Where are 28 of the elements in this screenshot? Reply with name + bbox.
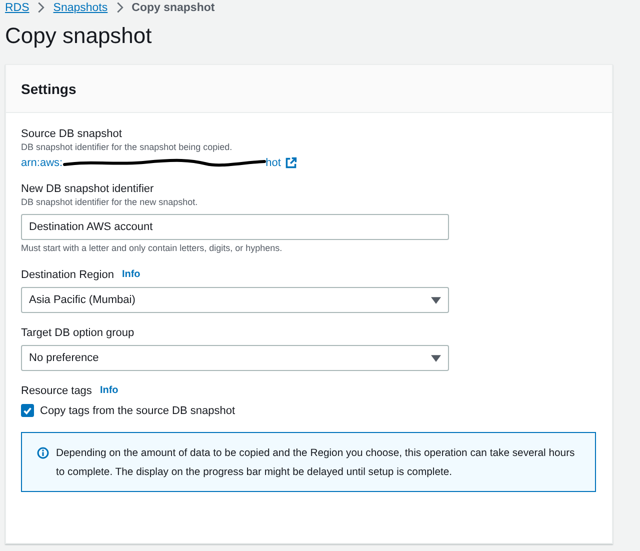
- checkbox-label: Copy tags from the source DB snapshot: [40, 404, 236, 416]
- field-label: Source DB snapshot: [21, 127, 122, 141]
- caret-icon: [431, 296, 441, 304]
- field-label: Target DB option group: [21, 326, 134, 340]
- snapshot-identifier-field[interactable]: Destination AWS account: [21, 214, 449, 240]
- caret-icon: [431, 354, 441, 362]
- info-icon: [37, 447, 49, 459]
- panel-title: Settings: [21, 80, 78, 99]
- region-dropdown[interactable]: Asia Pacific (Mumbai): [21, 287, 449, 313]
- external-link-icon[interactable]: [284, 157, 297, 169]
- field-description: DB snapshot identifier for the snapshot being copied.: [21, 141, 234, 154]
- option-group-dropdown[interactable]: No preference: [21, 345, 449, 371]
- breadcrumb-link[interactable]: RDS: [5, 2, 30, 14]
- field-label: Destination Region: [21, 268, 114, 282]
- alert-message: Depending on the amount of data to be copied and the Region you choose, this operation can take several hours to complete. The display on the progress bar might be delayed until setup is complete.: [56, 447, 576, 480]
- snapshot-arn-link[interactable]: arn:aws: hot: [21, 157, 281, 169]
- page-title: Copy snapshot: [5, 23, 153, 49]
- field-constraint: Must start with a letter and only contain letters, digits, or hyphens.: [21, 242, 284, 255]
- chevron-icon: [116, 2, 124, 13]
- field-label: New DB snapshot identifier: [21, 182, 154, 196]
- field-label: Resource tags: [21, 384, 92, 398]
- info-link[interactable]: Info: [122, 268, 140, 282]
- breadcrumb-current: Copy snapshot: [132, 2, 215, 14]
- field-description: DB snapshot identifier for the new snapshot.: [21, 196, 199, 209]
- chevron-icon: [37, 2, 46, 13]
- info-link[interactable]: Info: [100, 384, 118, 398]
- breadcrumb-link[interactable]: Snapshots: [53, 2, 108, 14]
- checkbox[interactable]: [21, 404, 34, 417]
